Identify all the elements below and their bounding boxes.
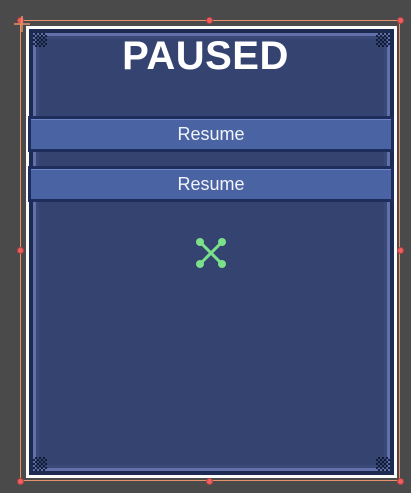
resize-handle-bottom-left[interactable] <box>17 478 24 485</box>
resize-handle-top[interactable] <box>206 17 213 24</box>
editor-scene-view[interactable]: PAUSED Resume Resume <box>0 0 411 493</box>
resume-button[interactable]: Resume <box>28 116 394 152</box>
resize-handle-right[interactable] <box>397 247 404 254</box>
corner-decoration-bottom-left <box>33 457 47 471</box>
resume-button-secondary-label: Resume <box>31 169 391 199</box>
resize-handle-top-right[interactable] <box>397 17 404 24</box>
resume-button-secondary[interactable]: Resume <box>28 166 394 202</box>
pause-title: PAUSED <box>122 34 289 78</box>
resize-handle-left[interactable] <box>17 247 24 254</box>
resize-handle-bottom-right[interactable] <box>397 478 404 485</box>
corner-decoration-bottom-right <box>376 457 390 471</box>
resume-button-label: Resume <box>31 119 391 149</box>
anchor-pivot-icon[interactable] <box>194 236 228 270</box>
move-tool-crosshair-icon[interactable] <box>14 16 30 32</box>
resize-handle-bottom[interactable] <box>206 478 213 485</box>
